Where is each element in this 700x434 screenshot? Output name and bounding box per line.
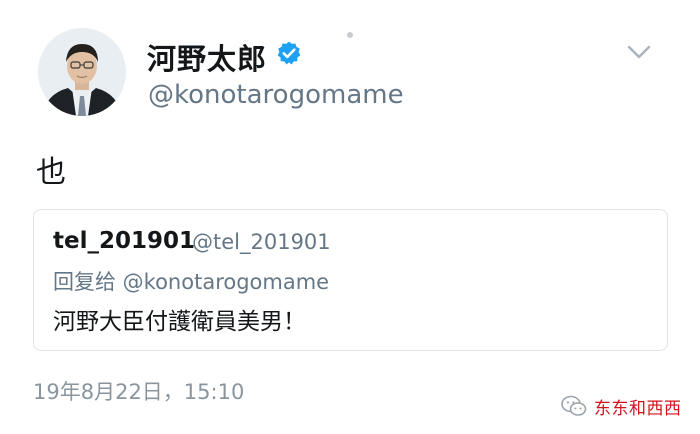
quoted-tweet-text: 河野大臣付護衛員美男！	[53, 309, 306, 335]
verified-badge-icon	[277, 41, 301, 65]
quoted-tweet[interactable]: tel_201901 @tel_201901 回复给 @konotarogoma…	[33, 209, 668, 351]
timestamp[interactable]: 19年8月22日，15:10	[33, 376, 244, 406]
decorative-dot	[347, 32, 353, 38]
wechat-icon	[561, 395, 587, 416]
avatar-image	[38, 28, 126, 116]
display-name[interactable]: 河野太郎	[147, 36, 267, 78]
quoted-display-name[interactable]: tel_201901	[53, 228, 195, 254]
quoted-handle[interactable]: @tel_201901	[192, 230, 331, 254]
handle[interactable]: @konotarogomame	[148, 80, 404, 110]
watermark: 东东和西西	[560, 391, 682, 421]
avatar[interactable]	[38, 28, 126, 116]
chevron-down-icon[interactable]	[626, 44, 652, 60]
tweet-text: 也	[36, 155, 66, 190]
watermark-text: 东东和西西	[594, 398, 682, 419]
reply-to-label[interactable]: 回复给 @konotarogomame	[53, 266, 329, 296]
tweet-card: 河野太郎 @konotarogomame 也 tel_201901 @tel_2…	[0, 0, 700, 434]
